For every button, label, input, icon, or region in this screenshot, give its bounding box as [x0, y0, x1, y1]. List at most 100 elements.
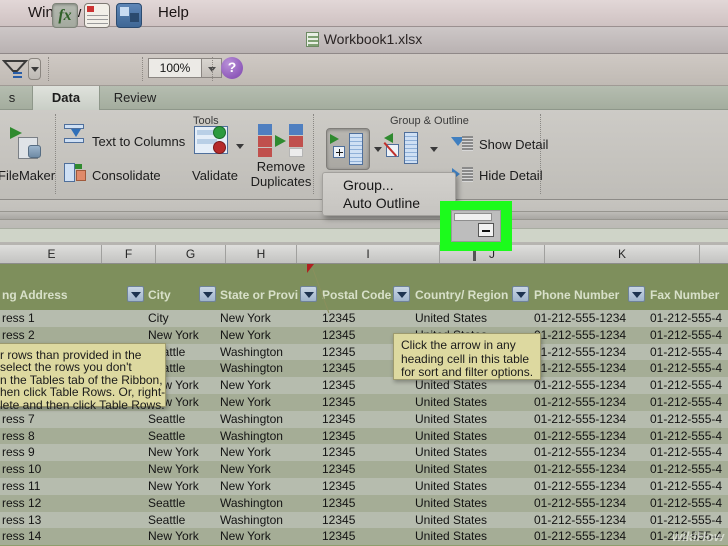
table-cell[interactable]: 01-212-555-1234 — [534, 479, 648, 494]
consolidate-label[interactable]: Consolidate — [92, 168, 161, 183]
tab-data[interactable]: Data — [32, 86, 100, 110]
help-icon[interactable]: ? — [221, 57, 243, 79]
table-cell[interactable]: New York — [220, 462, 320, 477]
table-cell[interactable]: ress 13 — [2, 513, 146, 528]
table-cell[interactable]: 12345 — [322, 513, 412, 528]
validate-dropdown-icon[interactable] — [236, 144, 244, 149]
filter-dropdown-icon[interactable] — [628, 286, 645, 302]
table-cell[interactable]: 01-212-555-1234 — [534, 529, 648, 544]
table-cell[interactable]: Washington — [220, 412, 320, 427]
filter-dropdown-icon[interactable] — [512, 286, 529, 302]
table-row[interactable]: ress 2New YorkNew York12345United States… — [0, 327, 728, 344]
table-cell[interactable]: City — [148, 311, 218, 326]
table-cell[interactable]: Washington — [220, 361, 320, 376]
table-cell[interactable]: 12345 — [322, 412, 412, 427]
table-cell[interactable]: 12345 — [322, 496, 412, 511]
table-cell[interactable]: 01-212-555-4 — [650, 378, 728, 393]
table-row[interactable]: ress 11New YorkNew York12345United State… — [0, 478, 728, 495]
validate-label[interactable]: Validate — [192, 168, 238, 183]
group-button[interactable] — [326, 128, 370, 170]
table-cell[interactable]: New York — [220, 378, 320, 393]
filter-dropdown-button[interactable] — [28, 58, 41, 80]
table-cell[interactable]: 01-212-555-4 — [650, 513, 728, 528]
table-cell[interactable]: 01-212-555-4 — [650, 361, 728, 376]
remove-duplicates-label-1[interactable]: Remove — [248, 160, 314, 174]
table-cell[interactable]: New York — [148, 529, 218, 544]
table-cell[interactable]: Seattle — [148, 496, 218, 511]
table-cell[interactable]: 01-212-555-1234 — [534, 361, 648, 376]
filemaker-icon[interactable] — [10, 127, 44, 161]
table-cell[interactable]: 12345 — [322, 429, 412, 444]
comment-button[interactable] — [84, 3, 110, 28]
table-cell[interactable]: 12345 — [322, 479, 412, 494]
table-cell[interactable]: 01-212-555-4 — [650, 328, 728, 343]
table-cell[interactable]: Washington — [220, 513, 320, 528]
table-cell[interactable]: 01-212-555-1234 — [534, 378, 648, 393]
table-cell[interactable]: 01-212-555-1234 — [534, 328, 648, 343]
filter-dropdown-icon[interactable] — [300, 286, 317, 302]
table-cell[interactable]: New York — [220, 328, 320, 343]
show-detail-label[interactable]: Show Detail — [479, 137, 548, 152]
table-cell[interactable]: 01-212-555-1234 — [534, 311, 648, 326]
filter-icon[interactable] — [2, 57, 30, 83]
table-cell[interactable]: ress 7 — [2, 412, 146, 427]
table-cell[interactable]: ress 9 — [2, 445, 146, 460]
table-cell[interactable]: ress 12 — [2, 496, 146, 511]
filter-dropdown-icon[interactable] — [393, 286, 410, 302]
menu-item-help[interactable]: Help — [158, 4, 189, 21]
table-cell[interactable]: United States — [415, 429, 533, 444]
table-cell[interactable]: United States — [415, 462, 533, 477]
table-cell[interactable]: United States — [415, 378, 533, 393]
table-cell[interactable]: New York — [220, 445, 320, 460]
tab-tables[interactable]: s — [0, 86, 32, 110]
table-row[interactable]: ress 8SeattleWashington12345United State… — [0, 428, 728, 445]
group-dropdown-arrow-icon[interactable] — [374, 147, 382, 152]
menu-item-auto-outline[interactable]: Auto Outline — [343, 195, 420, 211]
ungroup-dropdown-arrow-icon[interactable] — [430, 147, 438, 152]
table-cell[interactable]: New York — [148, 462, 218, 477]
table-row[interactable]: ress 10New YorkNew York12345United State… — [0, 461, 728, 478]
table-cell[interactable]: United States — [415, 311, 533, 326]
table-cell[interactable]: 01-212-555-4 — [650, 479, 728, 494]
validate-icon[interactable] — [194, 126, 230, 156]
table-cell[interactable]: United States — [415, 479, 533, 494]
remove-duplicates-label-2[interactable]: Duplicates — [248, 175, 314, 189]
table-cell[interactable]: 01-212-555-4 — [650, 429, 728, 444]
ungroup-button[interactable] — [384, 128, 424, 170]
column-header-G[interactable]: G — [156, 245, 226, 263]
table-cell[interactable]: New York — [220, 479, 320, 494]
remove-duplicates-icon[interactable] — [258, 124, 304, 158]
table-cell[interactable]: Washington — [220, 496, 320, 511]
table-cell[interactable]: 12345 — [322, 462, 412, 477]
table-cell[interactable]: Seattle — [148, 412, 218, 427]
table-cell[interactable]: 01-212-555-1234 — [534, 395, 648, 410]
filemaker-label[interactable]: FileMaker — [0, 168, 55, 183]
table-cell[interactable]: Washington — [220, 345, 320, 360]
table-cell[interactable]: ress 14 — [2, 529, 146, 544]
collapse-outline-button-highlight[interactable] — [440, 201, 512, 251]
table-cell[interactable]: 01-212-555-1234 — [534, 345, 648, 360]
table-cell[interactable]: ress 8 — [2, 429, 146, 444]
table-row[interactable]: ress 9New YorkNew York12345United States… — [0, 444, 728, 461]
table-cell[interactable]: 12345 — [322, 395, 412, 410]
table-row[interactable]: ress 7SeattleWashington12345United State… — [0, 411, 728, 428]
table-cell[interactable]: United States — [415, 395, 533, 410]
column-header-F[interactable]: F — [102, 245, 156, 263]
table-cell[interactable]: Washington — [220, 429, 320, 444]
table-cell[interactable]: ress 1 — [2, 311, 146, 326]
table-cell[interactable]: ress 10 — [2, 462, 146, 477]
table-cell[interactable]: 12345 — [322, 311, 412, 326]
column-header-H[interactable]: H — [226, 245, 297, 263]
table-cell[interactable]: 01-212-555-1234 — [534, 513, 648, 528]
table-cell[interactable]: United States — [415, 445, 533, 460]
table-cell[interactable]: Seattle — [148, 429, 218, 444]
table-cell[interactable]: United States — [415, 496, 533, 511]
filter-dropdown-icon[interactable] — [199, 286, 216, 302]
table-cell[interactable]: New York — [148, 479, 218, 494]
show-detail-icon[interactable] — [451, 136, 473, 152]
formula-builder-button[interactable]: fx — [52, 3, 78, 28]
table-cell[interactable]: 01-212-555-4 — [650, 345, 728, 360]
table-cell[interactable]: New York — [148, 445, 218, 460]
table-cell[interactable]: Seattle — [148, 513, 218, 528]
table-cell[interactable]: United States — [415, 529, 533, 544]
